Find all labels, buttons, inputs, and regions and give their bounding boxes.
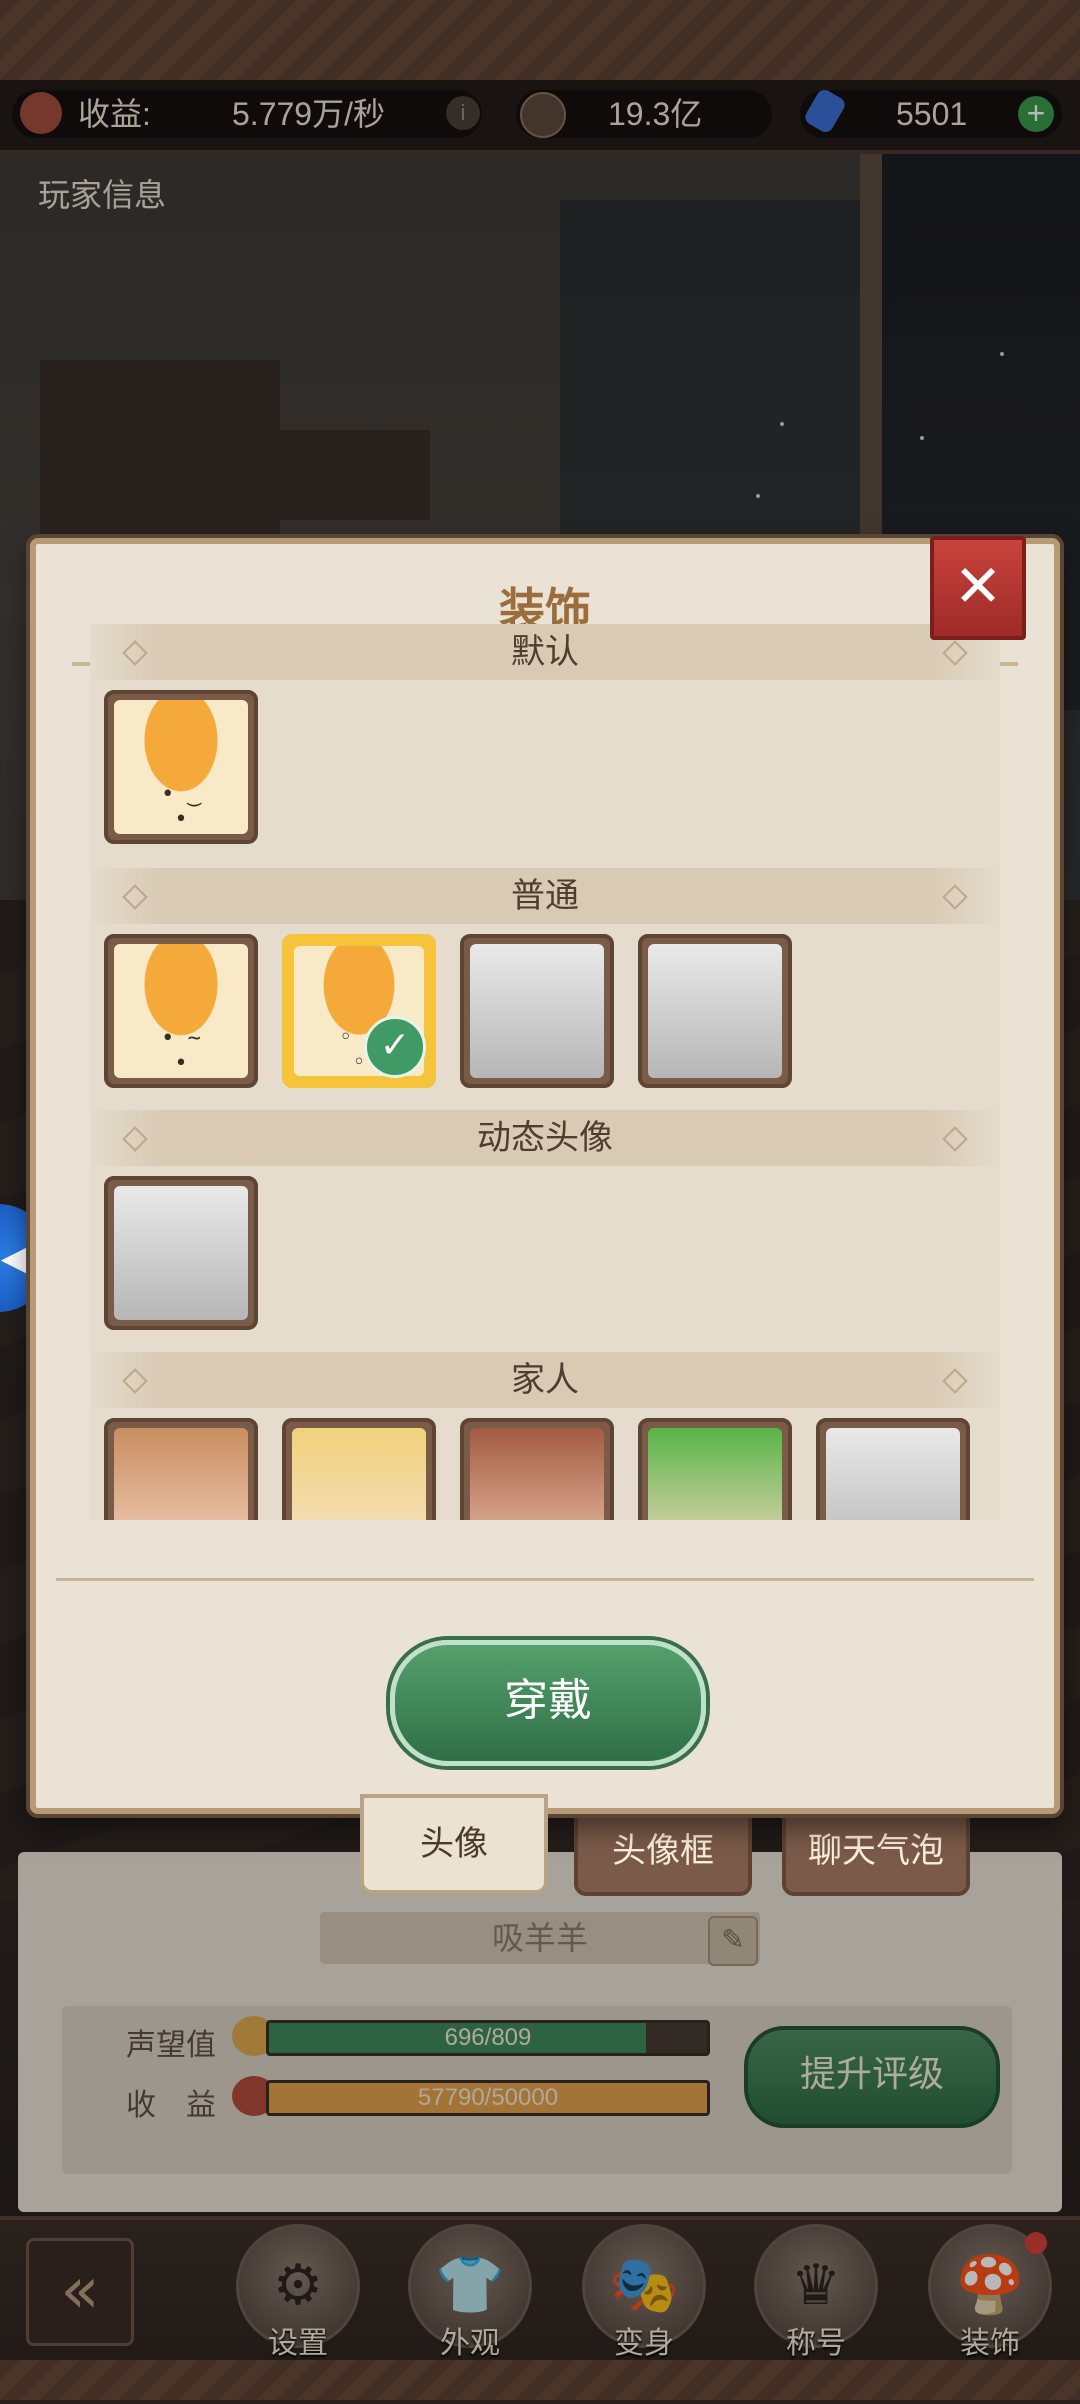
decoration-modal: 装饰 默认 • ‿ • 普通 • ~ • ◦ ‿ ◦ ✓ 动态头像 家人 穿戴 [30,538,1060,1814]
close-icon[interactable]: ✕ [930,536,1026,640]
family-avatar-image [648,1428,782,1520]
avatar-family-3[interactable] [460,1418,614,1520]
locked-avatar-image [470,944,604,1078]
diamond-ornament [942,640,968,666]
family-avatar-image [470,1428,604,1520]
diamond-ornament [122,884,148,910]
check-icon: ✓ [364,1016,426,1078]
wear-button[interactable]: 穿戴 [390,1640,706,1766]
section-header-animated: 动态头像 [90,1110,1000,1166]
mushroom-face: • ‿ • [161,781,201,832]
tab-avatar-frame[interactable]: 头像框 [574,1806,752,1896]
section-title: 动态头像 [477,1118,613,1158]
tab-avatar[interactable]: 头像 [360,1794,548,1894]
locked-avatar-image [648,944,782,1078]
section-header-family: 家人 [90,1352,1000,1408]
avatar-mushroom-scarf[interactable]: ◦ ‿ ◦ ✓ [282,934,436,1088]
section-title: 家人 [511,1360,579,1400]
tab-chat-bubble[interactable]: 聊天气泡 [782,1806,970,1896]
avatar-list[interactable]: 默认 • ‿ • 普通 • ~ • ◦ ‿ ◦ ✓ 动态头像 家人 [90,624,1000,1520]
avatar-family-1[interactable] [104,1418,258,1520]
avatar-mushroom-beard[interactable]: • ~ • [104,934,258,1088]
diamond-ornament [122,1126,148,1152]
avatar-mushroom-default[interactable]: • ‿ • [104,690,258,844]
diamond-ornament [122,1368,148,1394]
diamond-ornament [942,1368,968,1394]
section-title: 默认 [511,632,579,672]
family-avatar-image [292,1428,426,1520]
avatar-family-5-locked[interactable] [816,1418,970,1520]
locked-avatar-image [826,1428,960,1520]
avatar-family-4[interactable] [638,1418,792,1520]
mushroom-face: • ~ • [161,1025,201,1076]
diamond-ornament [942,884,968,910]
section-title: 普通 [511,876,579,916]
diamond-ornament [122,640,148,666]
list-divider [56,1578,1034,1581]
avatar-boy-locked-2[interactable] [638,934,792,1088]
avatar-boy-locked-1[interactable] [460,934,614,1088]
family-avatar-image [114,1428,248,1520]
section-header-normal: 普通 [90,868,1000,924]
section-header-default: 默认 [90,624,1000,680]
avatar-family-2[interactable] [282,1418,436,1520]
diamond-ornament [942,1126,968,1152]
locked-avatar-image [114,1186,248,1320]
avatar-animated-locked[interactable] [104,1176,258,1330]
